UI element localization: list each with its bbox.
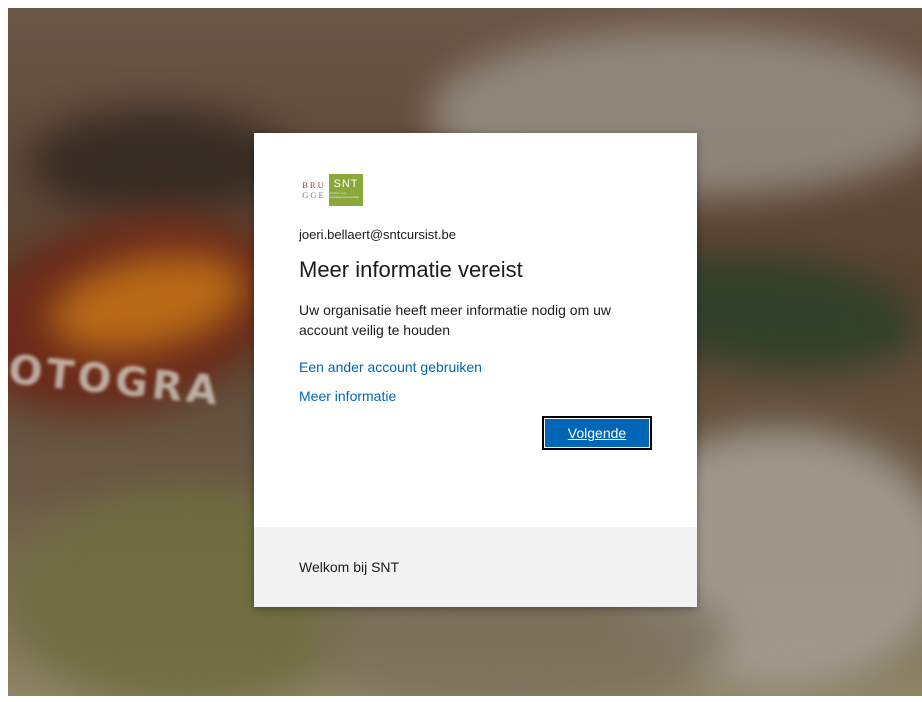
- sign-in-card: BRU GGE SNT centrum voor volwassenenonde…: [254, 133, 697, 607]
- card-footer: Welkom bij SNT: [254, 527, 697, 607]
- use-another-account-link[interactable]: Een ander account gebruiken: [299, 359, 654, 375]
- logo-brugge-line1: BRU: [302, 180, 326, 190]
- account-email: joeri.bellaert@sntcursist.be: [299, 227, 456, 242]
- page-title: Meer informatie vereist: [299, 257, 523, 282]
- organization-logo: BRU GGE SNT centrum voor volwassenenonde…: [299, 174, 654, 206]
- button-row: Volgende: [299, 416, 654, 450]
- card-body: BRU GGE SNT centrum voor volwassenenonde…: [299, 174, 654, 450]
- more-info-link[interactable]: Meer informatie: [299, 388, 654, 404]
- description-text: Uw organisatie heeft meer informatie nod…: [299, 302, 612, 338]
- bg-blur-dark: [28, 108, 288, 218]
- footer-welcome-text: Welkom bij SNT: [299, 559, 400, 575]
- next-button[interactable]: Volgende: [542, 416, 652, 450]
- logo-snt-subtext: centrum voor volwassenenonderwijs: [329, 191, 360, 199]
- logo-brugge-line2: GGE: [302, 190, 326, 200]
- logo-snt: SNT centrum voor volwassenenonderwijs: [329, 174, 363, 206]
- logo-snt-text: SNT: [333, 178, 359, 190]
- logo-brugge: BRU GGE: [299, 174, 329, 206]
